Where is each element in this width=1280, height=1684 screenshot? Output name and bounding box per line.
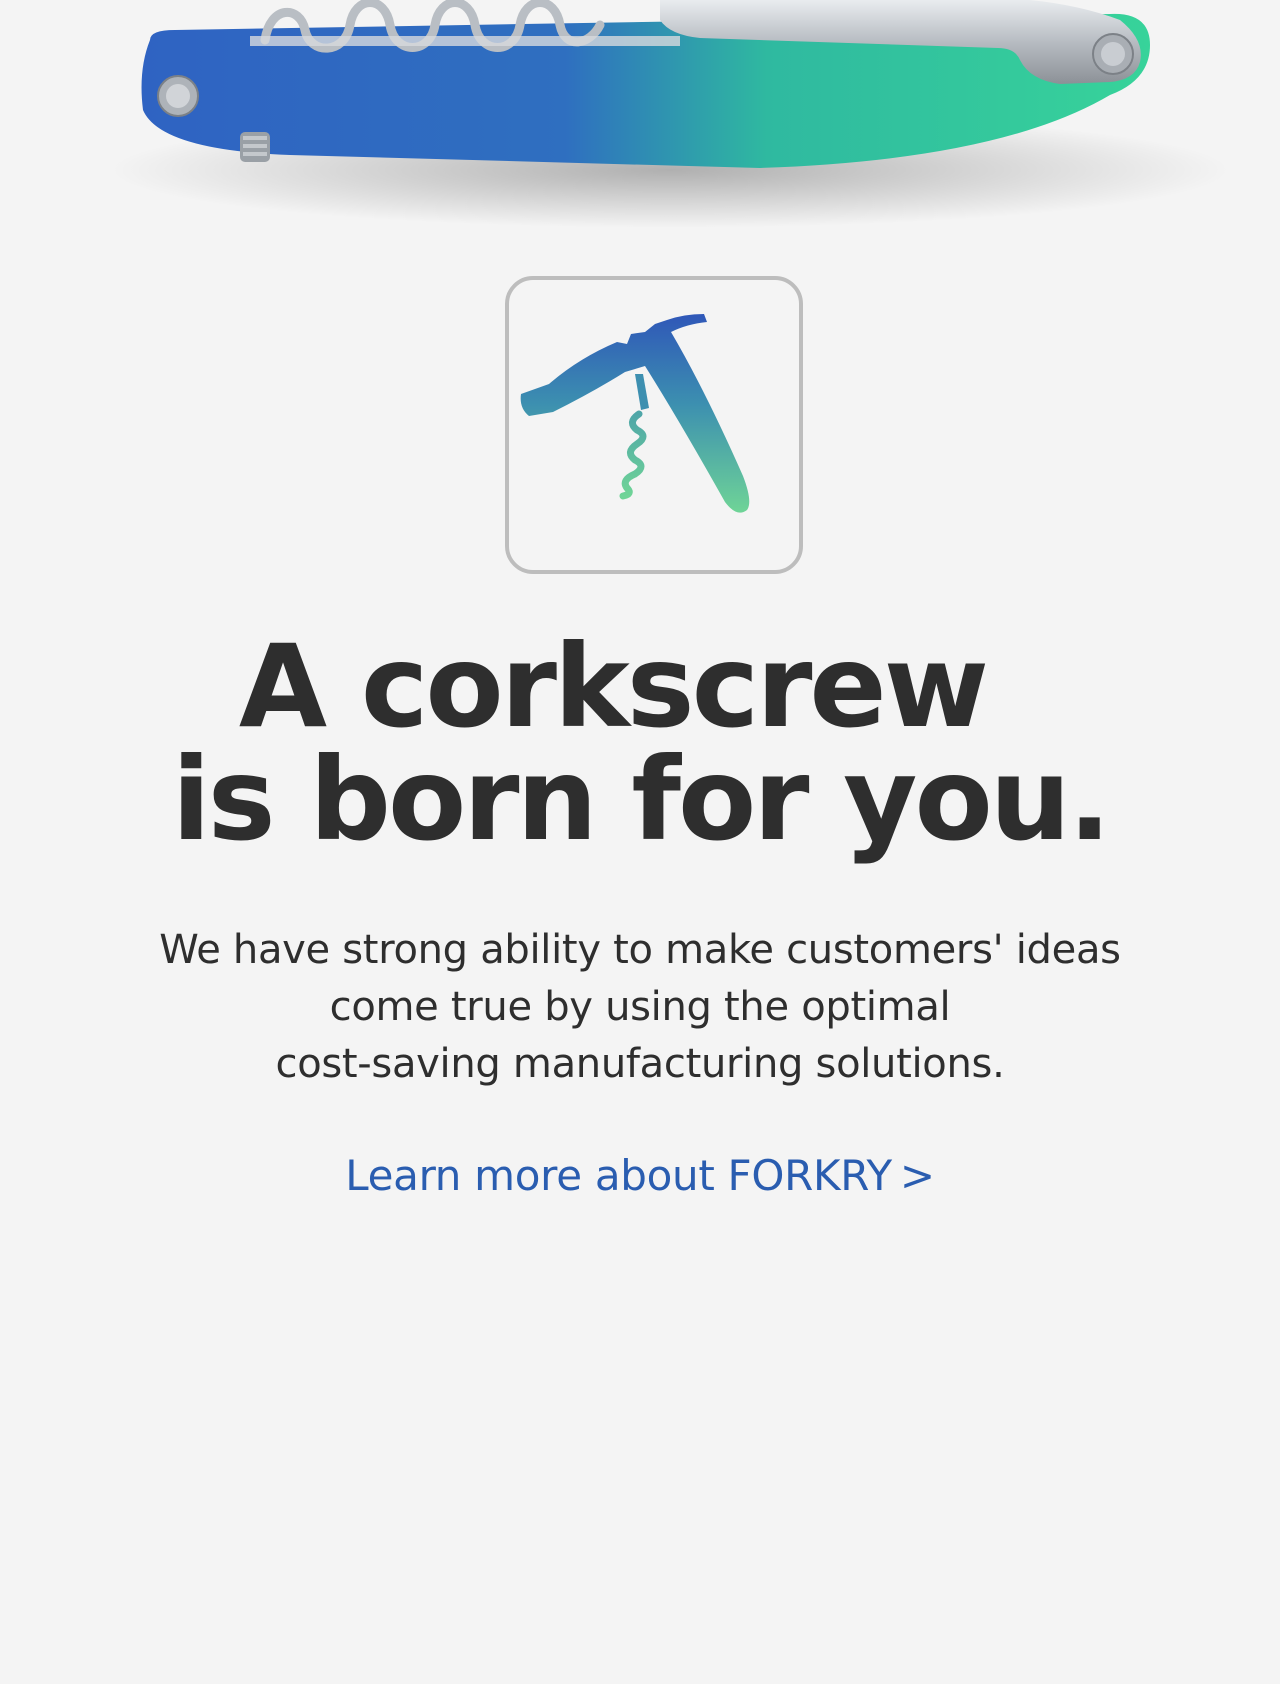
description-text: We have strong ability to make customers… [0, 922, 1280, 1093]
corkscrew-logo-icon [520, 314, 750, 513]
corkscrew-product-photo [110, 0, 1230, 228]
learn-more-label: Learn more about FORKRY [345, 1151, 892, 1200]
description-line-2: come true by using the optimal [329, 984, 951, 1030]
chevron-right-icon: > [899, 1151, 935, 1200]
app-logo-icon-frame [505, 276, 803, 574]
learn-more-link[interactable]: Learn more about FORKRY > [0, 1150, 1280, 1202]
description-line-1: We have strong ability to make customers… [159, 927, 1121, 973]
headline-line-2: is born for you. [171, 733, 1112, 866]
description-line-3: cost-saving manufacturing solutions. [275, 1041, 1005, 1087]
hero-product-image [0, 0, 1280, 240]
headline-line-1: A corkscrew [238, 620, 989, 753]
page-headline: A corkscrew is born for you. [0, 620, 1280, 866]
